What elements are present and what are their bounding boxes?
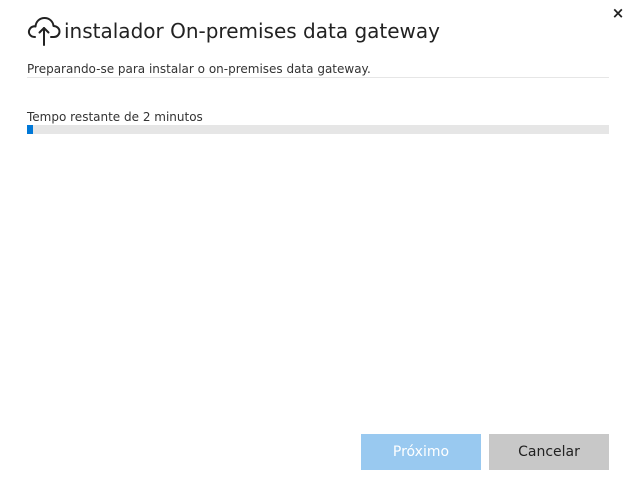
status-message: Preparando-se para instalar o on-premise… bbox=[27, 62, 371, 76]
header: instalador On-premises data gateway bbox=[26, 14, 440, 48]
progress-bar-fill bbox=[27, 125, 33, 134]
cancel-button[interactable]: Cancelar bbox=[489, 434, 609, 470]
installer-window: × instalador On-premises data gateway Pr… bbox=[0, 0, 636, 502]
cloud-upload-icon bbox=[26, 15, 62, 47]
progress-bar bbox=[27, 125, 609, 134]
page-title: instalador On-premises data gateway bbox=[64, 19, 440, 43]
divider bbox=[27, 77, 609, 78]
next-button[interactable]: Próximo bbox=[361, 434, 481, 470]
close-icon[interactable]: × bbox=[608, 4, 628, 24]
time-remaining-label: Tempo restante de 2 minutos bbox=[27, 110, 203, 124]
